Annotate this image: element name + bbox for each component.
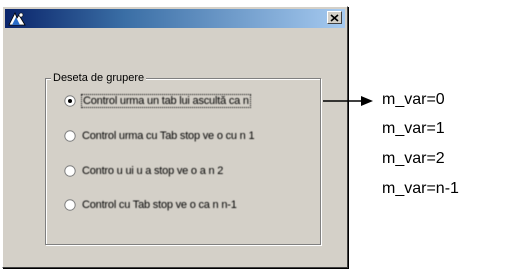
radio-selected-icon[interactable] (64, 95, 76, 107)
dialog-window: Deseta de grupere Control urma un tab lu… (2, 6, 348, 268)
stage: Deseta de grupere Control urma un tab lu… (0, 0, 515, 277)
radio-label-3: Control cu Tab stop ve o ca n n-1 (82, 199, 237, 211)
radio-unselected-icon[interactable] (64, 199, 76, 211)
radio-unselected-icon[interactable] (64, 130, 76, 142)
group-legend: Deseta de grupere (51, 71, 147, 85)
radio-group-box: Deseta de grupere Control urma un tab lu… (45, 71, 321, 245)
radio-option-0[interactable]: Control urma un tab lui ascultă ca n (64, 93, 251, 109)
var-label-1: m_var=1 (382, 120, 445, 137)
close-icon (330, 13, 339, 22)
title-bar[interactable] (5, 9, 345, 28)
radio-option-1[interactable]: Control urma cu Tab stop ve o cu n 1 (64, 128, 255, 144)
close-button[interactable] (327, 11, 342, 24)
arrow-right-icon (323, 96, 373, 106)
radio-label-2: Contro u ui u a stop ve o a n 2 (82, 165, 224, 177)
var-label-2: m_var=2 (382, 150, 445, 167)
radio-unselected-icon[interactable] (64, 165, 76, 177)
var-label-3: m_var=n-1 (382, 180, 459, 197)
app-icon (8, 12, 26, 26)
radio-label-0: Control urma un tab lui ascultă ca n (81, 94, 251, 108)
radio-label-1: Control urma cu Tab stop ve o cu n 1 (82, 130, 255, 142)
var-label-0: m_var=0 (382, 91, 445, 108)
radio-option-2[interactable]: Contro u ui u a stop ve o a n 2 (64, 163, 223, 179)
radio-option-3[interactable]: Control cu Tab stop ve o ca n n-1 (64, 197, 237, 213)
